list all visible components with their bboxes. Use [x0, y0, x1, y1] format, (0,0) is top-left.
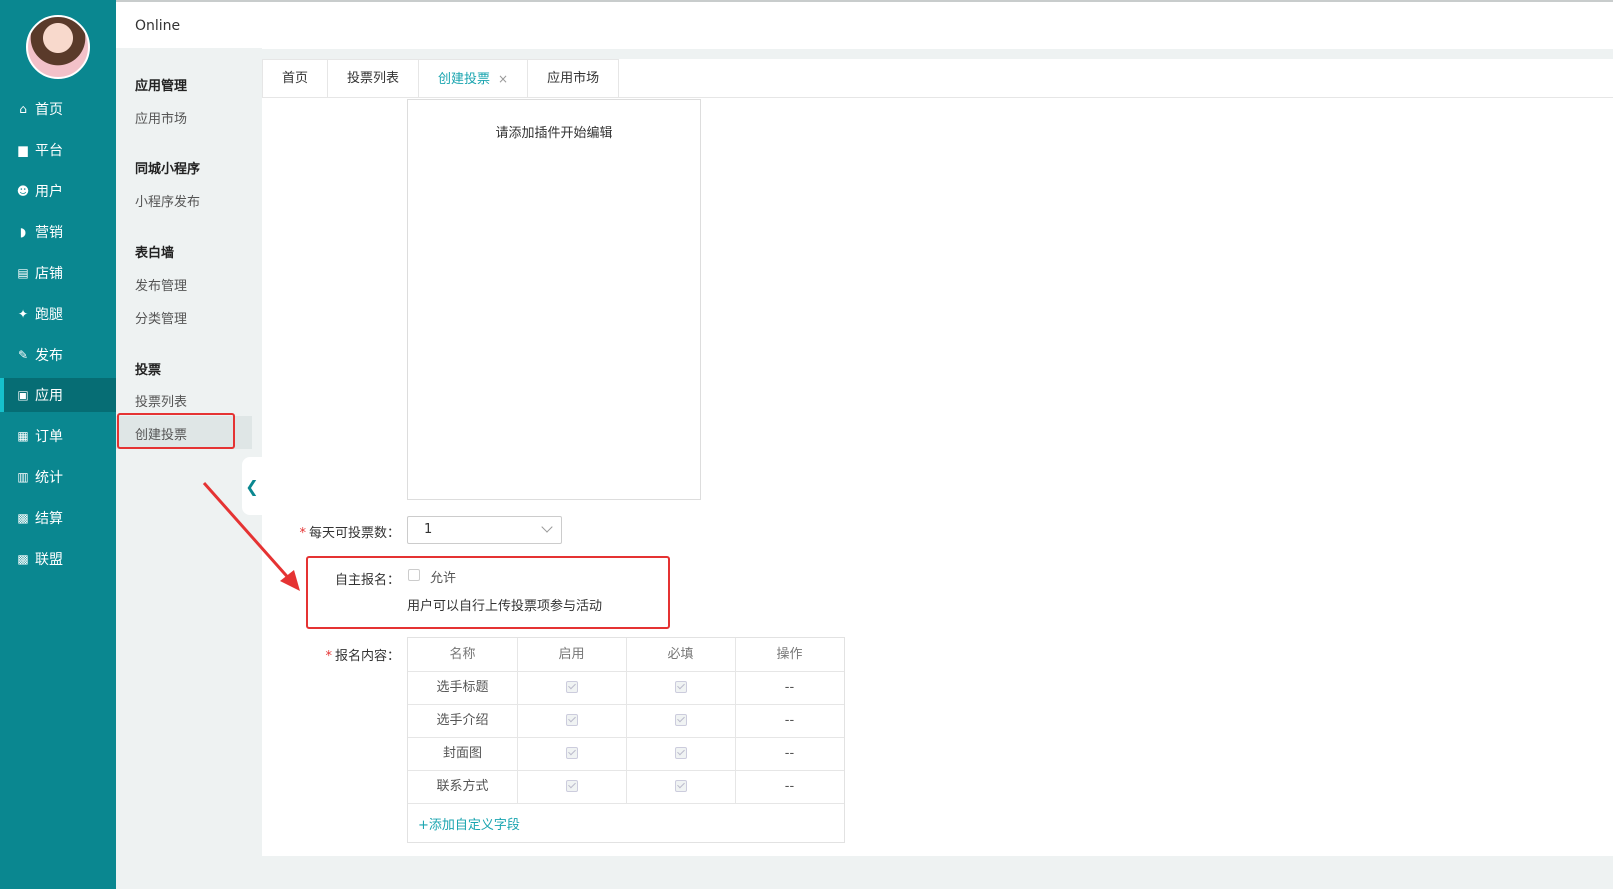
required-checkbox — [675, 780, 687, 792]
app-icon: ▣ — [17, 388, 29, 402]
add-custom-field-link[interactable]: +添加自定义字段 — [418, 814, 520, 833]
tab-home[interactable]: 首页 — [262, 59, 329, 97]
sidebar-item-label: 统计 — [35, 470, 63, 486]
tab-label: 创建投票 — [438, 72, 491, 87]
chevron-down-icon — [541, 521, 553, 533]
bottom-bar — [262, 856, 1613, 889]
enabled-checkbox — [566, 681, 578, 693]
plugin-preview-canvas[interactable]: 请添加插件开始编辑 — [407, 99, 701, 500]
edit-icon: ✎ — [17, 348, 29, 362]
sidebar-item-alliance[interactable]: ▩ 联盟 — [0, 542, 116, 576]
sidebar-item-label: 结算 — [35, 511, 63, 527]
operation-cell: -- — [784, 680, 795, 695]
alliance-icon: ▩ — [17, 552, 29, 566]
close-icon[interactable]: × — [498, 72, 508, 86]
required-mark: * — [325, 649, 332, 664]
signup-content-label-text: 报名内容： — [334, 649, 400, 664]
sidebar-item-settlement[interactable]: ▩ 结算 — [0, 501, 116, 535]
signup-fields-table: 名称 启用 必填 操作 选手标题 -- 选手介绍 -- 封面图 -- 联系方式 … — [407, 637, 845, 843]
signup-content-label: * 报名内容： — [280, 645, 400, 664]
sidebar-item-label: 跑腿 — [35, 307, 63, 323]
required-checkbox — [675, 747, 687, 759]
sidebar-item-platform[interactable]: ▆ 平台 — [0, 133, 116, 167]
sidebar-item-publish[interactable]: ✎ 发布 — [0, 338, 116, 372]
users-icon: ☻ — [16, 184, 30, 198]
enabled-checkbox — [566, 747, 578, 759]
sidebar-item-label: 平台 — [35, 143, 63, 159]
clipboard-icon: ▦ — [17, 429, 29, 443]
subnav-link-vote-list[interactable]: 投票列表 — [135, 391, 187, 410]
sidebar-item-label: 用户 — [35, 184, 63, 200]
subnav-group-title: 表白墙 — [135, 246, 175, 261]
monitor-icon: ▆ — [18, 143, 28, 157]
tab-bar: 首页 投票列表 创建投票 × 应用市场 — [262, 59, 1613, 98]
sidebar-item-label: 应用 — [35, 388, 63, 404]
store-icon: ▤ — [17, 266, 29, 280]
tab-create-vote[interactable]: 创建投票 × — [419, 59, 529, 97]
sidebar-item-marketing[interactable]: ◗ 营销 — [0, 215, 116, 249]
enabled-checkbox — [566, 780, 578, 792]
sidebar-item-label: 营销 — [35, 225, 63, 241]
subnav-link-publish-manage[interactable]: 发布管理 — [135, 275, 187, 294]
highlight-box-create-vote — [117, 413, 235, 449]
column-header: 启用 — [558, 647, 585, 662]
column-header: 操作 — [776, 647, 803, 662]
wallet-icon: ▩ — [17, 511, 29, 525]
tab-label: 投票列表 — [347, 71, 400, 86]
subnav-link-app-market[interactable]: 应用市场 — [135, 108, 187, 127]
daily-votes-select[interactable]: 1 — [407, 516, 562, 544]
daily-votes-value: 1 — [424, 522, 433, 537]
subnav-group-title: 同城小程序 — [135, 162, 201, 177]
operation-cell: -- — [784, 746, 795, 761]
subnav-group-title: 投票 — [135, 363, 162, 378]
operation-cell: -- — [784, 713, 795, 728]
highlight-box-self-signup — [306, 556, 670, 629]
chat-icon: ◗ — [19, 225, 27, 239]
sidebar-item-users[interactable]: ☻ 用户 — [0, 174, 116, 208]
field-name-cell: 选手介绍 — [436, 713, 489, 728]
tab-label: 应用市场 — [547, 71, 600, 86]
column-header: 名称 — [449, 647, 476, 662]
subnav-link-miniprogram-publish[interactable]: 小程序发布 — [135, 191, 200, 210]
required-checkbox — [675, 681, 687, 693]
main-content: 首页 投票列表 创建投票 × 应用市场 请添加插件开始编辑 * 每天可投票数： 1 … — [262, 59, 1613, 856]
subnav-group-title: 应用管理 — [135, 79, 188, 94]
sidebar-item-label: 店铺 — [35, 266, 63, 282]
secondary-nav: 应用管理 应用市场 同城小程序 小程序发布 表白墙 发布管理 分类管理 投票 投… — [116, 48, 262, 889]
home-icon: ⌂ — [19, 102, 27, 116]
sidebar-item-orders[interactable]: ▦ 订单 — [0, 419, 116, 453]
sidebar-item-label: 首页 — [35, 102, 63, 118]
top-bar: Online — [116, 0, 1613, 49]
tab-app-market[interactable]: 应用市场 — [528, 59, 620, 97]
daily-votes-label-text: 每天可投票数： — [308, 526, 400, 541]
column-header: 必填 — [667, 647, 694, 662]
tab-vote-list[interactable]: 投票列表 — [328, 59, 420, 97]
operation-cell: -- — [784, 779, 795, 794]
sidebar-item-label: 订单 — [35, 429, 63, 445]
field-name-cell: 封面图 — [442, 746, 482, 761]
sidebar-item-label: 发布 — [35, 348, 63, 364]
bike-icon: ✦ — [17, 307, 29, 321]
tab-label: 首页 — [282, 71, 309, 86]
subnav-link-category-manage[interactable]: 分类管理 — [135, 308, 187, 327]
required-checkbox — [675, 714, 687, 726]
main-sidebar: ⌂ 首页 ▆ 平台 ☻ 用户 ◗ 营销 ▤ 店铺 ✦ 跑腿 ✎ 发布 ▣ 应用 … — [0, 0, 116, 889]
sidebar-item-errand[interactable]: ✦ 跑腿 — [0, 297, 116, 331]
sidebar-item-store[interactable]: ▤ 店铺 — [0, 256, 116, 290]
enabled-checkbox — [566, 714, 578, 726]
sidebar-item-stats[interactable]: ▥ 统计 — [0, 460, 116, 494]
field-name-cell: 联系方式 — [436, 779, 489, 794]
table-divider — [408, 803, 844, 804]
sidebar-item-home[interactable]: ⌂ 首页 — [0, 92, 116, 126]
sidebar-item-apps[interactable]: ▣ 应用 — [0, 378, 116, 412]
field-name-cell: 选手标题 — [436, 680, 489, 695]
annotation-arrow — [202, 482, 300, 591]
sidebar-item-label: 联盟 — [35, 552, 63, 568]
avatar[interactable] — [26, 15, 90, 79]
app-title: Online — [135, 18, 181, 34]
bar-chart-icon: ▥ — [17, 470, 29, 484]
preview-placeholder: 请添加插件开始编辑 — [495, 126, 613, 141]
